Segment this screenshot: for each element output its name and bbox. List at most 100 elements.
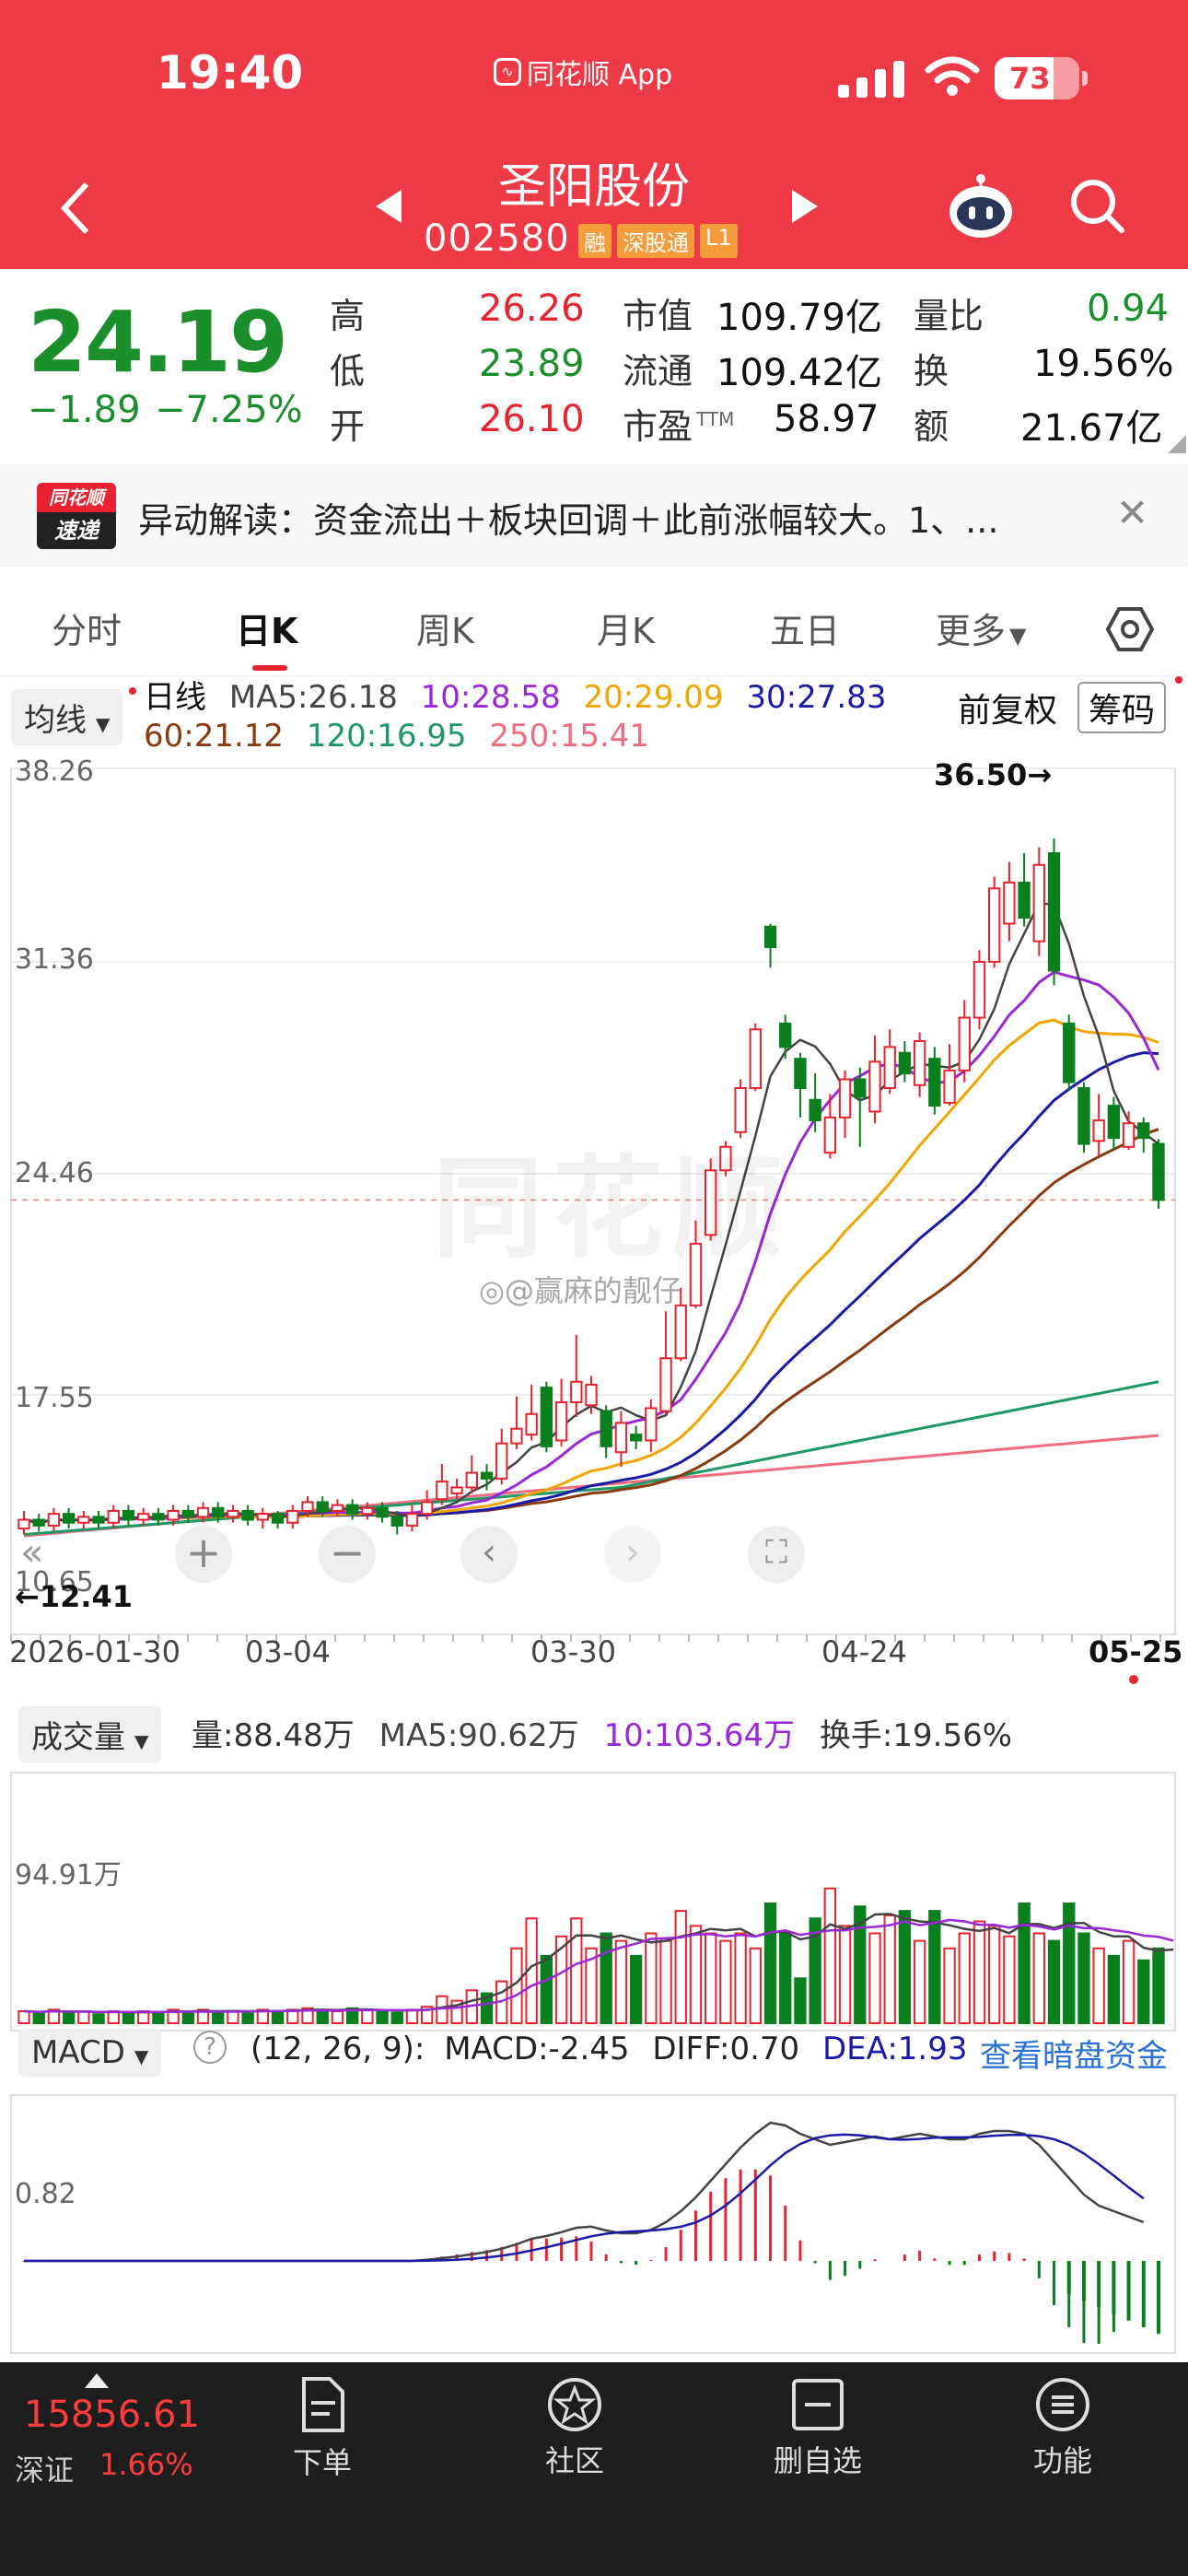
candle-body — [883, 1046, 896, 1090]
volume-indicator-button[interactable]: 成交量 ▼ — [18, 1706, 162, 1762]
tab-five-day[interactable]: 五日 — [770, 603, 840, 653]
volume-bar — [734, 1932, 747, 2024]
candle-body — [17, 1518, 30, 1530]
candle-body — [167, 1509, 180, 1521]
candle-body — [540, 1387, 553, 1447]
candle-body — [1047, 852, 1061, 972]
volume-bar — [600, 1932, 612, 2024]
close-icon[interactable]: ✕ — [1116, 490, 1148, 535]
remove-watchlist-button[interactable]: 删自选 — [772, 2375, 864, 2480]
app-header: 19:40 ∿ 同花顺 App 73 圣阳股份 002580 融 深股通 L1 — [0, 0, 1188, 269]
candle-body — [1092, 1119, 1105, 1142]
settings-hexagon-icon[interactable] — [1105, 604, 1155, 654]
volume-legend: 量:88.48万 MA5:90.62万 10:103.64万 换手:19.56% — [192, 1710, 1012, 1755]
candle-body — [838, 1078, 852, 1118]
caret-down-icon: ▼ — [96, 713, 111, 735]
amount-value: 21.67亿 — [1020, 407, 1163, 450]
candle-body — [779, 1022, 792, 1048]
expand-corner-icon[interactable] — [1168, 435, 1186, 453]
author-watermark: ◎@赢麻的靓仔 — [479, 1273, 681, 1308]
wifi-icon — [925, 56, 980, 96]
volume-bar — [674, 1910, 687, 2024]
dark-pool-link[interactable]: 查看暗盘资金 — [980, 2031, 1168, 2076]
scroll-right-button[interactable]: › — [604, 1526, 661, 1583]
candle-body — [92, 1516, 105, 1524]
next-stock-icon[interactable] — [788, 188, 821, 225]
adjust-mode[interactable]: 前复权 — [958, 684, 1057, 732]
vol-ratio-label: 量比 — [914, 296, 984, 336]
volume-bar — [645, 1932, 658, 2024]
candle-body — [480, 1471, 494, 1480]
tab-monthly-k[interactable]: 月K — [597, 603, 655, 653]
candle-body — [286, 1509, 299, 1524]
volume-bar — [1063, 1903, 1076, 2024]
candle-body — [421, 1501, 434, 1516]
tab-daily-k[interactable]: 日K — [236, 603, 297, 653]
candle-body — [1107, 1105, 1121, 1140]
robot-assistant-icon[interactable] — [945, 171, 1017, 243]
fullscreen-button[interactable]: ⛶ — [748, 1526, 805, 1583]
high-value: 26.26 — [479, 287, 585, 330]
community-button[interactable]: 社区 — [538, 2375, 611, 2480]
help-icon[interactable]: ? — [193, 2031, 227, 2064]
ma60-value: 60:21.12 — [144, 718, 285, 755]
volume-bar — [1018, 1903, 1031, 2024]
prev-stock-icon[interactable] — [372, 188, 405, 225]
candle-body — [749, 1028, 762, 1090]
zoom-out-button[interactable]: − — [319, 1526, 376, 1583]
volume-bar — [659, 1939, 672, 2024]
mcap-value: 109.79亿 — [716, 297, 882, 339]
volume-bar — [898, 1910, 912, 2024]
ths-express-logo: 同花顺 速递 — [37, 483, 116, 549]
ma250-value: 250:15.41 — [489, 718, 650, 755]
new-dot — [1175, 676, 1182, 684]
candle-body — [212, 1506, 225, 1518]
index-pct: 1.66% — [99, 2447, 193, 2482]
ma20-value: 20:29.09 — [583, 679, 724, 716]
volume-bar — [212, 2011, 225, 2024]
candle-body — [1032, 863, 1045, 943]
price-axis-label: 38.26 — [15, 755, 94, 788]
functions-button[interactable]: 功能 — [1026, 2375, 1100, 2480]
volume-axis-label: 94.91万 — [15, 1859, 122, 1891]
logo-bottom-text: 速递 — [37, 512, 116, 549]
volume-bar — [794, 1977, 807, 2024]
tab-intraday[interactable]: 分时 — [52, 603, 122, 653]
candle-body — [450, 1486, 463, 1494]
candle-body — [674, 1304, 687, 1360]
volume-bar — [152, 2011, 165, 2024]
macd-legend: (12, 26, 9): MACD:-2.45 DIFF:0.70 DEA:1.… — [250, 2031, 967, 2067]
order-button[interactable]: 下单 — [285, 2375, 359, 2482]
tab-weekly-k[interactable]: 周K — [416, 603, 474, 653]
search-icon[interactable] — [1068, 177, 1127, 236]
chip-button[interactable]: 筹码 — [1077, 682, 1167, 733]
document-icon — [302, 2377, 344, 2432]
order-label: 下单 — [292, 2445, 352, 2480]
back-icon[interactable] — [57, 181, 94, 236]
rewind-icon[interactable]: « — [20, 1529, 44, 1575]
zoom-in-button[interactable]: + — [175, 1526, 232, 1583]
tab-more[interactable]: 更多 ▼ — [936, 603, 1026, 653]
macd-indicator-button[interactable]: MACD ▼ — [18, 2029, 162, 2077]
star-badge-icon — [548, 2378, 601, 2431]
candle-body — [958, 1016, 971, 1071]
candle-body — [227, 1509, 239, 1518]
macd-btn-label: MACD — [31, 2034, 125, 2071]
candle-body — [525, 1412, 538, 1436]
volume-bar — [763, 1903, 777, 2024]
scroll-left-button[interactable]: ‹ — [460, 1526, 518, 1583]
candle-body — [152, 1513, 165, 1521]
ma-type-button[interactable]: 均线 ▼ — [11, 689, 123, 745]
volume-bar — [823, 1887, 837, 2024]
news-notice[interactable]: 同花顺 速递 异动解读：资金流出＋板块回调＋此前涨幅较大。1、... ✕ — [0, 464, 1188, 566]
volume-bar — [1092, 1947, 1105, 2024]
low-label: 低 — [330, 351, 366, 392]
volume-btn-label: 成交量 — [31, 1719, 125, 1756]
candle-body — [361, 1506, 374, 1516]
brand-watermark: 同花顺 — [433, 1145, 792, 1273]
volume-bar — [1137, 1959, 1150, 2024]
index-value[interactable]: 15856.61 — [24, 2394, 200, 2436]
remove-watchlist-label: 删自选 — [773, 2443, 862, 2478]
float-value: 109.42亿 — [716, 352, 882, 394]
candle-body — [256, 1513, 270, 1521]
